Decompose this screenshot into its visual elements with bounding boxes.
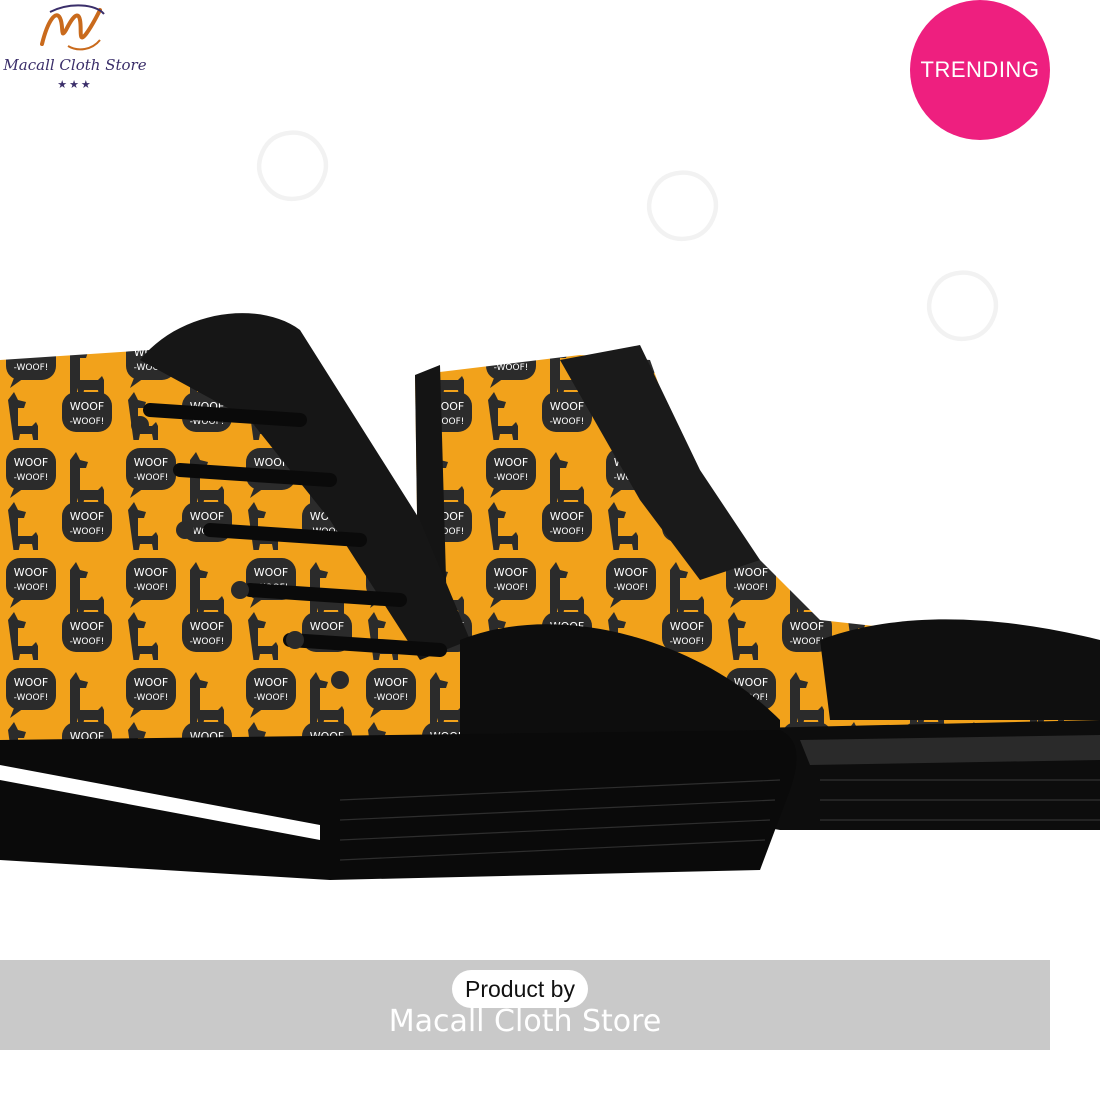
monogram-logo-icon [40,4,105,51]
trending-badge-label: TRENDING [920,57,1040,82]
logo-store-name: Macall Cloth Store [3,56,147,74]
store-logo: Macall Cloth Store ★★★ [0,0,150,100]
logo-stars: ★★★ [57,78,93,91]
product-photo-sneakers: WOOF -WOOF! WOOF -WOOF! [0,313,1100,880]
banner-store-name: Macall Cloth Store [388,1004,662,1039]
product-by-label: Product by [465,975,575,1002]
product-by-pill: Product by [452,970,588,1008]
trending-badge: TRENDING [910,0,1050,140]
